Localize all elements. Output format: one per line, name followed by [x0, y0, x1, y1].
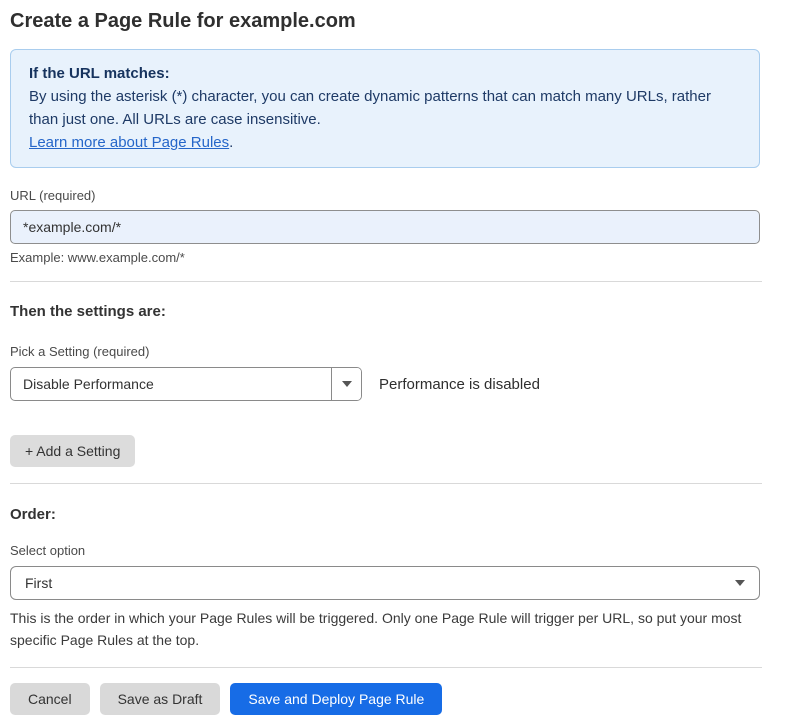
info-box-heading: If the URL matches: — [29, 62, 741, 85]
divider — [10, 667, 762, 668]
learn-more-link[interactable]: Learn more about Page Rules — [29, 134, 229, 151]
save-as-draft-button[interactable]: Save as Draft — [100, 683, 221, 715]
url-input[interactable] — [10, 210, 760, 244]
url-match-info-box: If the URL matches: By using the asteris… — [10, 49, 760, 168]
order-section-heading: Order: — [10, 506, 760, 523]
cancel-button[interactable]: Cancel — [10, 683, 90, 715]
save-and-deploy-button[interactable]: Save and Deploy Page Rule — [230, 683, 442, 715]
order-description: This is the order in which your Page Rul… — [10, 607, 750, 651]
page-title: Create a Page Rule for example.com — [10, 10, 760, 33]
pick-setting-label: Pick a Setting (required) — [10, 344, 760, 359]
order-select-value: First — [25, 575, 735, 591]
setting-select[interactable]: Disable Performance — [10, 367, 362, 401]
page-rule-form: Create a Page Rule for example.com If th… — [0, 0, 790, 715]
setting-select-arrow-button[interactable] — [331, 368, 361, 400]
chevron-down-icon — [735, 580, 745, 586]
order-select[interactable]: First — [10, 566, 760, 600]
settings-section-heading: Then the settings are: — [10, 303, 760, 320]
setting-status-text: Performance is disabled — [379, 376, 540, 393]
info-box-body: By using the asterisk (*) character, you… — [29, 85, 741, 131]
order-select-label: Select option — [10, 543, 760, 558]
form-actions: Cancel Save as Draft Save and Deploy Pag… — [10, 683, 760, 715]
add-setting-button[interactable]: + Add a Setting — [10, 435, 135, 467]
setting-row: Disable Performance Performance is disab… — [10, 367, 760, 401]
url-field-label: URL (required) — [10, 188, 760, 203]
divider — [10, 483, 762, 484]
setting-select-value: Disable Performance — [11, 368, 331, 400]
chevron-down-icon — [342, 381, 352, 387]
url-example-help: Example: www.example.com/* — [10, 250, 760, 265]
divider — [10, 281, 762, 282]
link-period: . — [229, 134, 233, 151]
info-box-link-line: Learn more about Page Rules. — [29, 131, 741, 154]
